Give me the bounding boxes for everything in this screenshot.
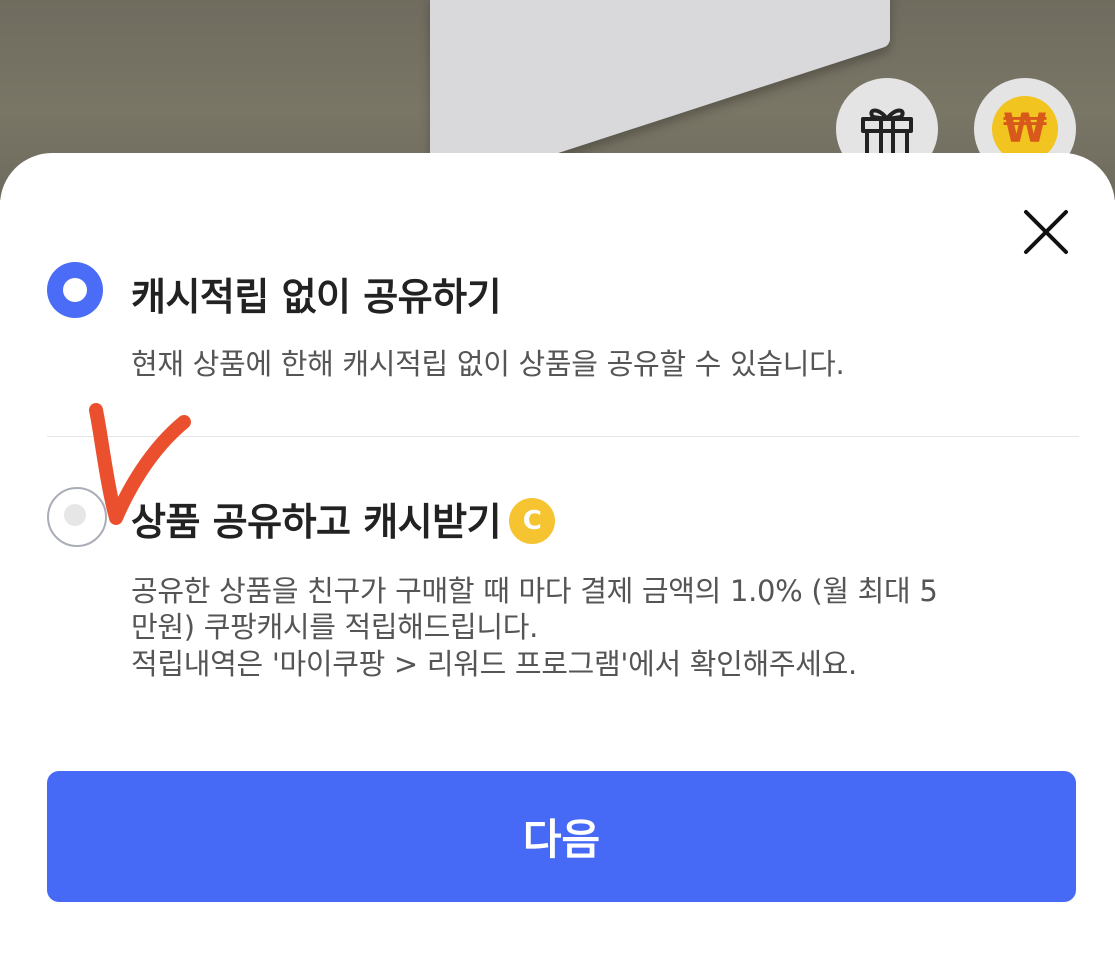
option-title: 캐시적립 없이 공유하기 [131, 275, 502, 319]
option-description-line: 만원) 쿠팡캐시를 적립해드립니다. [131, 610, 539, 645]
divider [47, 436, 1079, 437]
close-button[interactable] [1022, 208, 1070, 256]
close-icon [1024, 210, 1068, 254]
next-button[interactable]: 다음 [47, 771, 1076, 902]
option-description: 공유한 상품을 친구가 구매할 때 마다 결제 금액의 1.0% (월 최대 5… [131, 573, 1081, 682]
radio-share-without-cash[interactable] [47, 262, 103, 318]
option-description-line: 공유한 상품을 친구가 구매할 때 마다 결제 금액의 1.0% (월 최대 5 [131, 574, 938, 608]
gift-icon [861, 108, 913, 159]
option-description-line: 적립내역은 '마이쿠팡 > 리워드 프로그램'에서 확인해주세요. [131, 646, 857, 681]
option-description: 현재 상품에 한해 캐시적립 없이 상품을 공유할 수 있습니다. [131, 346, 1081, 382]
cash-badge-icon: C [509, 497, 556, 544]
option-description-line: 현재 상품에 한해 캐시적립 없이 상품을 공유할 수 있습니다. [131, 347, 845, 381]
check-mark-annotation [89, 403, 191, 525]
